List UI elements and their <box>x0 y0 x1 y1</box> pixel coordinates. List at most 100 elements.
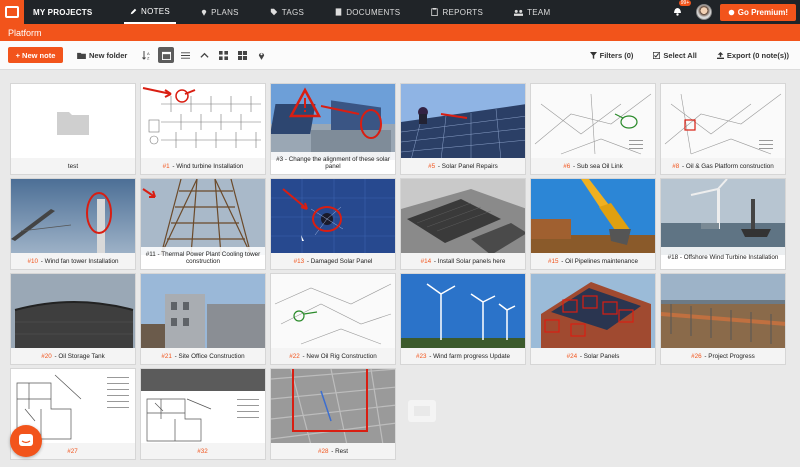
note-caption: #22 - New Oil Rig Construction <box>271 348 395 364</box>
note-card[interactable]: #20 - Oil Storage Tank <box>10 273 136 365</box>
offshore-turbine-image <box>661 179 785 255</box>
team-icon <box>514 9 524 16</box>
toolbar-actions: Filters (0) Select All Export (0 note(s)… <box>570 51 800 60</box>
note-title: New Oil Rig Construction <box>306 352 377 360</box>
note-thumbnail <box>141 274 265 350</box>
note-title: Solar Panels <box>583 352 620 360</box>
cooling-tower-image <box>141 179 265 255</box>
filter-icon <box>589 51 597 59</box>
collapse-button[interactable] <box>196 47 212 63</box>
user-avatar[interactable] <box>695 4 712 20</box>
note-card[interactable]: #8 - Oil & Gas Platform construction <box>660 83 786 175</box>
large-grid-view-button[interactable] <box>234 47 250 63</box>
folder-card[interactable]: test <box>10 83 136 175</box>
sort-icon: AZ <box>142 51 150 60</box>
note-thumbnail <box>401 84 525 160</box>
note-number: #23 <box>415 352 427 360</box>
map-pin-icon <box>201 9 207 16</box>
filters-button[interactable]: Filters (0) <box>589 51 633 60</box>
note-title: Solar Panel Repairs <box>441 162 498 170</box>
note-card[interactable]: #6 - Sub sea Oil Link <box>530 83 656 175</box>
note-card[interactable]: #3 - Change the alignment of these solar… <box>270 83 396 175</box>
note-card[interactable]: #13 - Damaged Solar Panel <box>270 178 396 270</box>
list-icon <box>180 51 190 59</box>
nav-documents[interactable]: DOCUMENTS <box>329 0 406 24</box>
go-premium-label: Go Premium! <box>737 7 788 17</box>
new-note-button[interactable]: + New note <box>8 47 63 63</box>
note-number: #10 <box>27 257 39 265</box>
note-card[interactable]: #15 - Oil Pipelines maintenance <box>530 178 656 270</box>
my-projects-link[interactable]: MY PROJECTS <box>33 8 97 17</box>
sort-button[interactable]: AZ <box>139 47 155 63</box>
note-card[interactable]: #18 - Offshore Wind Turbine Installation <box>660 178 786 270</box>
note-caption: #24 - Solar Panels <box>531 348 655 364</box>
note-card[interactable]: #1 - Wind turbine Installation <box>140 83 266 175</box>
note-caption: #1 - Wind turbine Installation <box>141 158 265 174</box>
app-watermark-logo <box>408 400 436 422</box>
building-plan-image <box>141 369 265 445</box>
nav-notes[interactable]: NOTES <box>124 0 177 24</box>
note-number: #14 <box>420 257 432 265</box>
note-caption: #11 - Thermal Power Plant Cooling tower … <box>141 247 265 269</box>
map-view-button[interactable] <box>253 47 269 63</box>
note-thumbnail <box>271 179 395 255</box>
note-card[interactable]: #14 - Install Solar panels here <box>400 178 526 270</box>
note-card[interactable]: #32 <box>140 368 266 460</box>
note-card[interactable]: #5 - Solar Panel Repairs <box>400 83 526 175</box>
note-caption: #14 - Install Solar panels here <box>401 253 525 269</box>
go-premium-button[interactable]: Go Premium! <box>719 3 796 21</box>
note-card[interactable]: #26 - Project Progress <box>660 273 786 365</box>
project-header: Platform <box>0 24 800 41</box>
nav-reports[interactable]: REPORTS <box>425 0 489 24</box>
note-caption: #15 - Oil Pipelines maintenance <box>531 253 655 269</box>
note-number: #1 <box>162 162 170 170</box>
note-card[interactable]: #22 - New Oil Rig Construction <box>270 273 396 365</box>
note-title: Rest <box>335 447 349 455</box>
solar-field-image <box>401 179 525 255</box>
note-card[interactable]: #11 - Thermal Power Plant Cooling tower … <box>140 178 266 270</box>
premium-icon <box>728 9 735 15</box>
storage-tank-image <box>11 274 135 350</box>
note-thumbnail <box>401 274 525 350</box>
tag-icon <box>270 8 277 16</box>
wind-tower-image <box>11 179 135 255</box>
nav-tags-label: TAGS <box>281 7 305 17</box>
top-right-area: 99+ Go Premium! <box>673 0 800 21</box>
note-card[interactable]: #21 - Site Office Construction <box>140 273 266 365</box>
note-title: Thermal Power Plant Cooling tower constr… <box>161 250 261 266</box>
calendar-view-button[interactable] <box>158 47 175 63</box>
solar-house-image <box>531 274 655 350</box>
note-title: Oil Pipelines maintenance <box>565 257 638 265</box>
nav-tags[interactable]: TAGS <box>264 0 310 24</box>
nav-team-label: TEAM <box>527 7 551 17</box>
project-title: Platform <box>8 27 42 38</box>
new-folder-button[interactable]: New folder <box>77 51 127 60</box>
note-caption: #8 - Oil & Gas Platform construction <box>661 158 785 174</box>
note-caption: #10 - Wind fan tower Installation <box>11 253 135 269</box>
select-all-button[interactable]: Select All <box>653 51 697 60</box>
app-logo[interactable] <box>0 0 24 24</box>
nav-team[interactable]: TEAM <box>508 0 556 24</box>
note-caption: #18 - Offshore Wind Turbine Installation <box>661 247 785 269</box>
folder-title: test <box>67 162 79 170</box>
chat-icon <box>19 434 33 446</box>
nav-plans[interactable]: PLANS <box>195 0 245 24</box>
nav-documents-label: DOCUMENTS <box>346 7 401 17</box>
note-thumbnail <box>661 84 785 160</box>
notifications-button[interactable]: 99+ <box>673 0 692 21</box>
note-thumbnail <box>141 84 265 160</box>
note-number: #24 <box>566 352 578 360</box>
note-card[interactable]: #10 - Wind fan tower Installation <box>10 178 136 270</box>
note-card[interactable]: #23 - Wind farm progress Update <box>400 273 526 365</box>
chat-support-button[interactable] <box>10 425 42 457</box>
note-thumbnail <box>531 179 655 255</box>
note-title: Wind farm progress Update <box>433 352 511 360</box>
nav-plans-label: PLANS <box>211 7 239 17</box>
list-view-button[interactable] <box>177 47 193 63</box>
export-button[interactable]: Export (0 note(s)) <box>716 51 789 60</box>
note-card[interactable]: #24 - Solar Panels <box>530 273 656 365</box>
grid-view-button[interactable] <box>215 47 231 63</box>
note-card[interactable]: #28 - Rest <box>270 368 396 460</box>
folder-thumbnail <box>11 84 135 160</box>
grid-icon <box>218 50 228 60</box>
